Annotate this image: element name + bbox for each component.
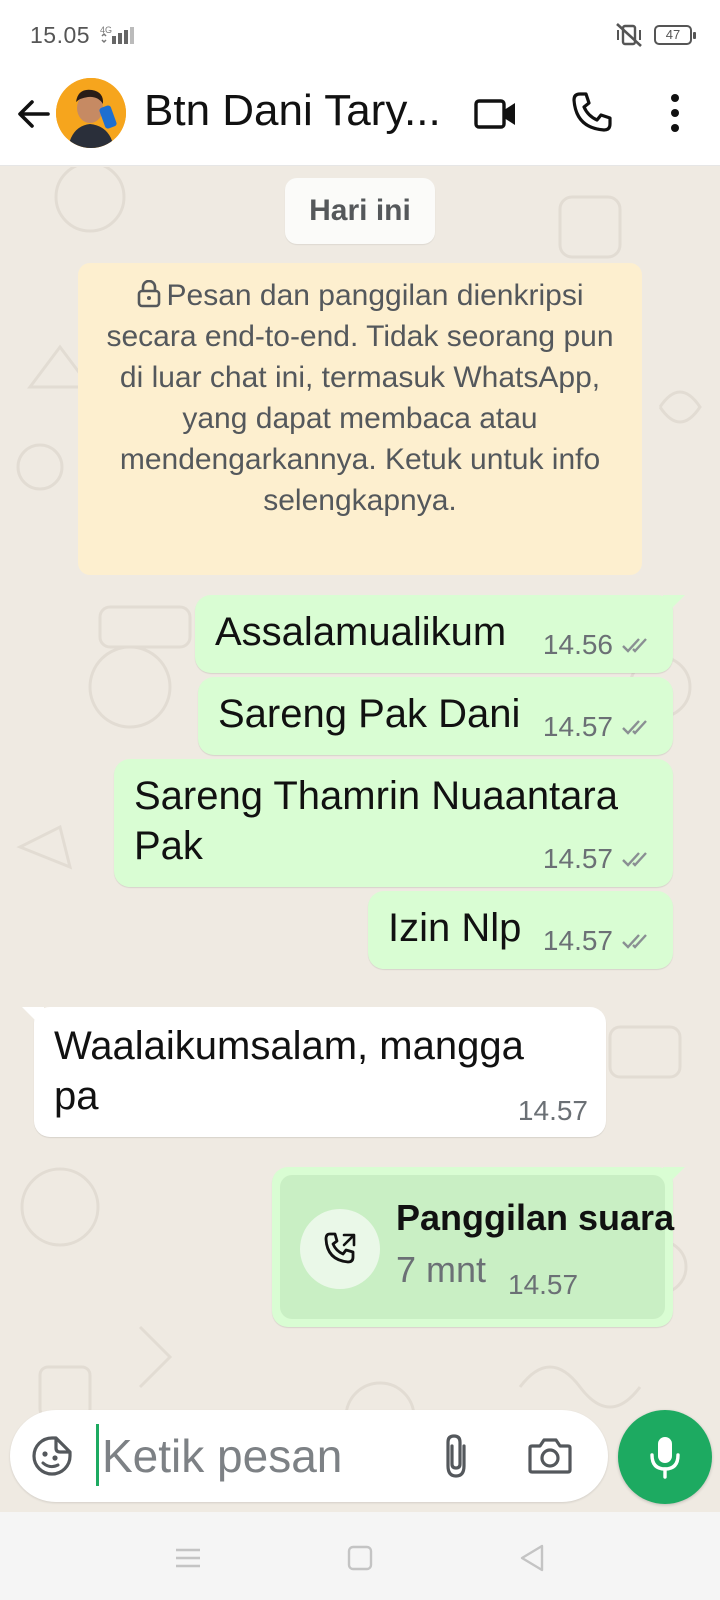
- voice-call-card: Panggilan suara 7 mnt 14.57: [280, 1175, 674, 1319]
- read-ticks-icon: [622, 638, 647, 653]
- message-composer: [10, 1410, 608, 1502]
- message-time: 14.57: [508, 1269, 579, 1300]
- status-bar: 15.05 4G 47: [0, 0, 720, 70]
- voice-call-icon[interactable]: [568, 88, 616, 136]
- back-nav-icon[interactable]: [512, 1538, 552, 1578]
- message-meta: 14.56: [543, 629, 655, 661]
- mute-vibrate-icon: [616, 23, 642, 47]
- avatar[interactable]: [56, 78, 126, 148]
- lock-icon: [137, 280, 160, 308]
- encryption-notice[interactable]: Pesan dan panggilan dienkripsi secara en…: [78, 263, 642, 575]
- more-vert-icon[interactable]: [660, 88, 690, 138]
- back-arrow-icon[interactable]: [12, 92, 56, 136]
- call-title: Panggilan suara: [396, 1197, 675, 1238]
- message-meta: 14.57: [543, 843, 655, 875]
- date-label: Hari ini: [285, 178, 435, 244]
- message-text: Assalamualikum: [215, 610, 507, 654]
- message-text: Waalaikumsalam, mangga pa: [54, 1024, 524, 1118]
- read-ticks-icon: [622, 934, 647, 949]
- camera-icon[interactable]: [526, 1432, 574, 1480]
- message-time: 14.57: [542, 711, 613, 742]
- system-nav-bar: [0, 1512, 720, 1600]
- message-meta: 14.57: [543, 925, 655, 957]
- message-time: 14.56: [542, 629, 613, 660]
- message-out[interactable]: Izin Nlp 14.57: [368, 891, 673, 969]
- text-caret: [96, 1424, 99, 1486]
- network-type-label: 4G: [100, 25, 112, 35]
- battery-icon: 47: [654, 25, 696, 45]
- emoji-sticker-icon[interactable]: [30, 1434, 74, 1478]
- message-input[interactable]: [102, 1426, 422, 1486]
- message-text: Izin Nlp: [388, 906, 522, 950]
- chat-area[interactable]: Hari ini Pesan dan panggilan dienkripsi …: [0, 167, 720, 1510]
- contact-name[interactable]: Btn Dani Tary...: [144, 86, 444, 136]
- message-out[interactable]: Sareng Pak Dani 14.57: [198, 677, 673, 755]
- message-out[interactable]: Assalamualikum 14.56: [195, 595, 685, 673]
- message-out[interactable]: Sareng Thamrin Nuaantara Pak 14.57: [114, 759, 673, 887]
- attach-icon[interactable]: [434, 1432, 478, 1480]
- status-time: 15.05: [30, 22, 91, 48]
- message-time: 14.57: [542, 843, 613, 874]
- read-ticks-icon: [622, 852, 647, 867]
- voice-call-message[interactable]: Panggilan suara 7 mnt 14.57: [272, 1167, 685, 1327]
- home-icon[interactable]: [340, 1538, 380, 1578]
- encryption-notice-text: Pesan dan panggilan dienkripsi secara en…: [106, 279, 614, 517]
- mic-button[interactable]: [618, 1410, 712, 1504]
- video-call-icon[interactable]: [472, 90, 520, 138]
- message-time: 14.57: [542, 925, 613, 956]
- outgoing-call-icon: [300, 1209, 380, 1289]
- message-text: Sareng Pak Dani: [218, 692, 521, 736]
- message-in[interactable]: Waalaikumsalam, mangga pa 14.57: [22, 1007, 606, 1137]
- message-meta: 14.57: [543, 711, 655, 743]
- call-duration: 7 mnt: [396, 1249, 487, 1290]
- chat-header: Btn Dani Tary...: [0, 70, 720, 166]
- message-meta: 14.57: [518, 1095, 588, 1127]
- recents-icon[interactable]: [168, 1538, 208, 1578]
- mic-icon: [650, 1437, 680, 1479]
- read-ticks-icon: [622, 720, 647, 735]
- message-time: 14.57: [517, 1095, 588, 1126]
- signal-icon: 4G: [100, 25, 134, 44]
